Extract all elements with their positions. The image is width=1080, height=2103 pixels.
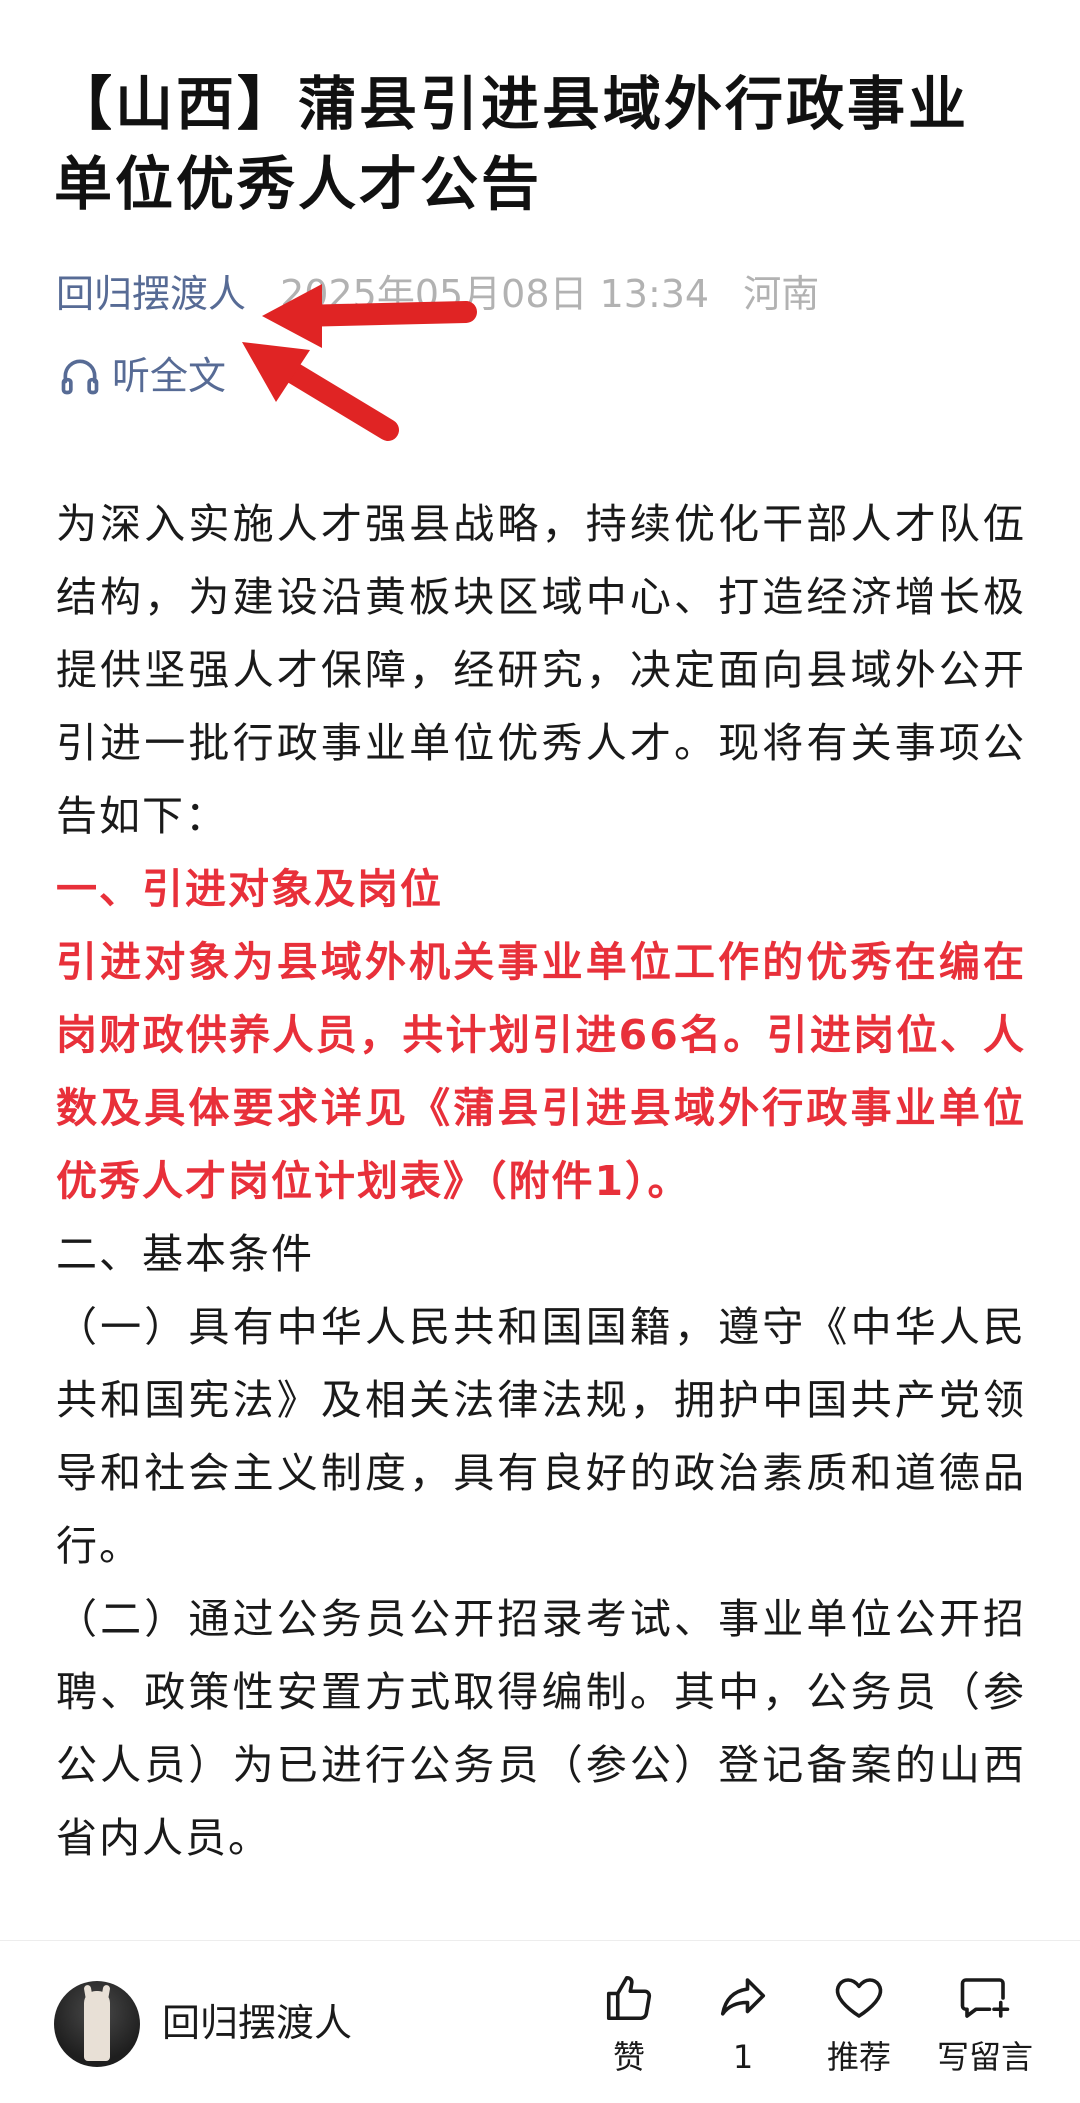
article-meta: 回归摆渡人 2025年05月08日 13:34 河南 [56, 268, 819, 320]
paragraph: 为深入实施人才强县战略，持续优化干部人才队伍结构，为建设沿黄板块区域中心、打造经… [56, 500, 1026, 840]
article-body: 为深入实施人才强县战略，持续优化干部人才队伍结构，为建设沿黄板块区域中心、打造经… [56, 488, 1026, 1875]
heart-icon [835, 1978, 883, 2018]
avatar[interactable] [54, 1981, 140, 2067]
publish-location: 河南 [743, 272, 820, 316]
comment-plus-icon [960, 1978, 1010, 2018]
paragraph-highlight: 引进对象为县域外机关事业单位工作的优秀在编在岗财政供养人员，共计划引进66名。引… [56, 938, 1026, 1205]
share-button[interactable]: 1 [688, 1971, 798, 2077]
section-heading: 一、引进对象及岗位 [56, 865, 443, 913]
listen-full-text-button[interactable]: 听全文 [58, 350, 226, 402]
write-comment-label: 写留言 [936, 2038, 1033, 2076]
author-link[interactable]: 回归摆渡人 [56, 272, 246, 316]
paragraph: （二）通过公务员公开招录考试、事业单位公开招聘、政策性安置方式取得编制。其中，公… [56, 1595, 1026, 1862]
share-count: 1 [732, 2038, 754, 2076]
listen-label: 听全文 [112, 354, 227, 398]
bar-author-name[interactable]: 回归摆渡人 [162, 1997, 352, 2049]
recommend-button[interactable]: 推荐 [804, 1971, 914, 2077]
like-button[interactable]: 赞 [574, 1971, 684, 2077]
recommend-label: 推荐 [826, 2038, 891, 2076]
red-arrow-icon [242, 342, 399, 441]
thumbs-up-icon [606, 1975, 652, 2021]
like-label: 赞 [612, 2038, 645, 2076]
share-arrow-icon [720, 1978, 766, 2016]
article-title: 【山西】蒲县引进县域外行政事业单位优秀人才公告 [54, 70, 970, 218]
paragraph: （一）具有中华人民共和国国籍，遵守《中华人民共和国宪法》及相关法律法规，拥护中国… [56, 1303, 1026, 1570]
headphones-icon [61, 359, 99, 395]
bottom-action-bar: 回归摆渡人 赞 1 推荐 写留言 [0, 1940, 1080, 2103]
write-comment-button[interactable]: 写留言 [920, 1971, 1050, 2077]
publish-date: 2025年05月08日 13:34 [280, 272, 710, 316]
section-heading: 二、基本条件 [56, 1230, 314, 1278]
